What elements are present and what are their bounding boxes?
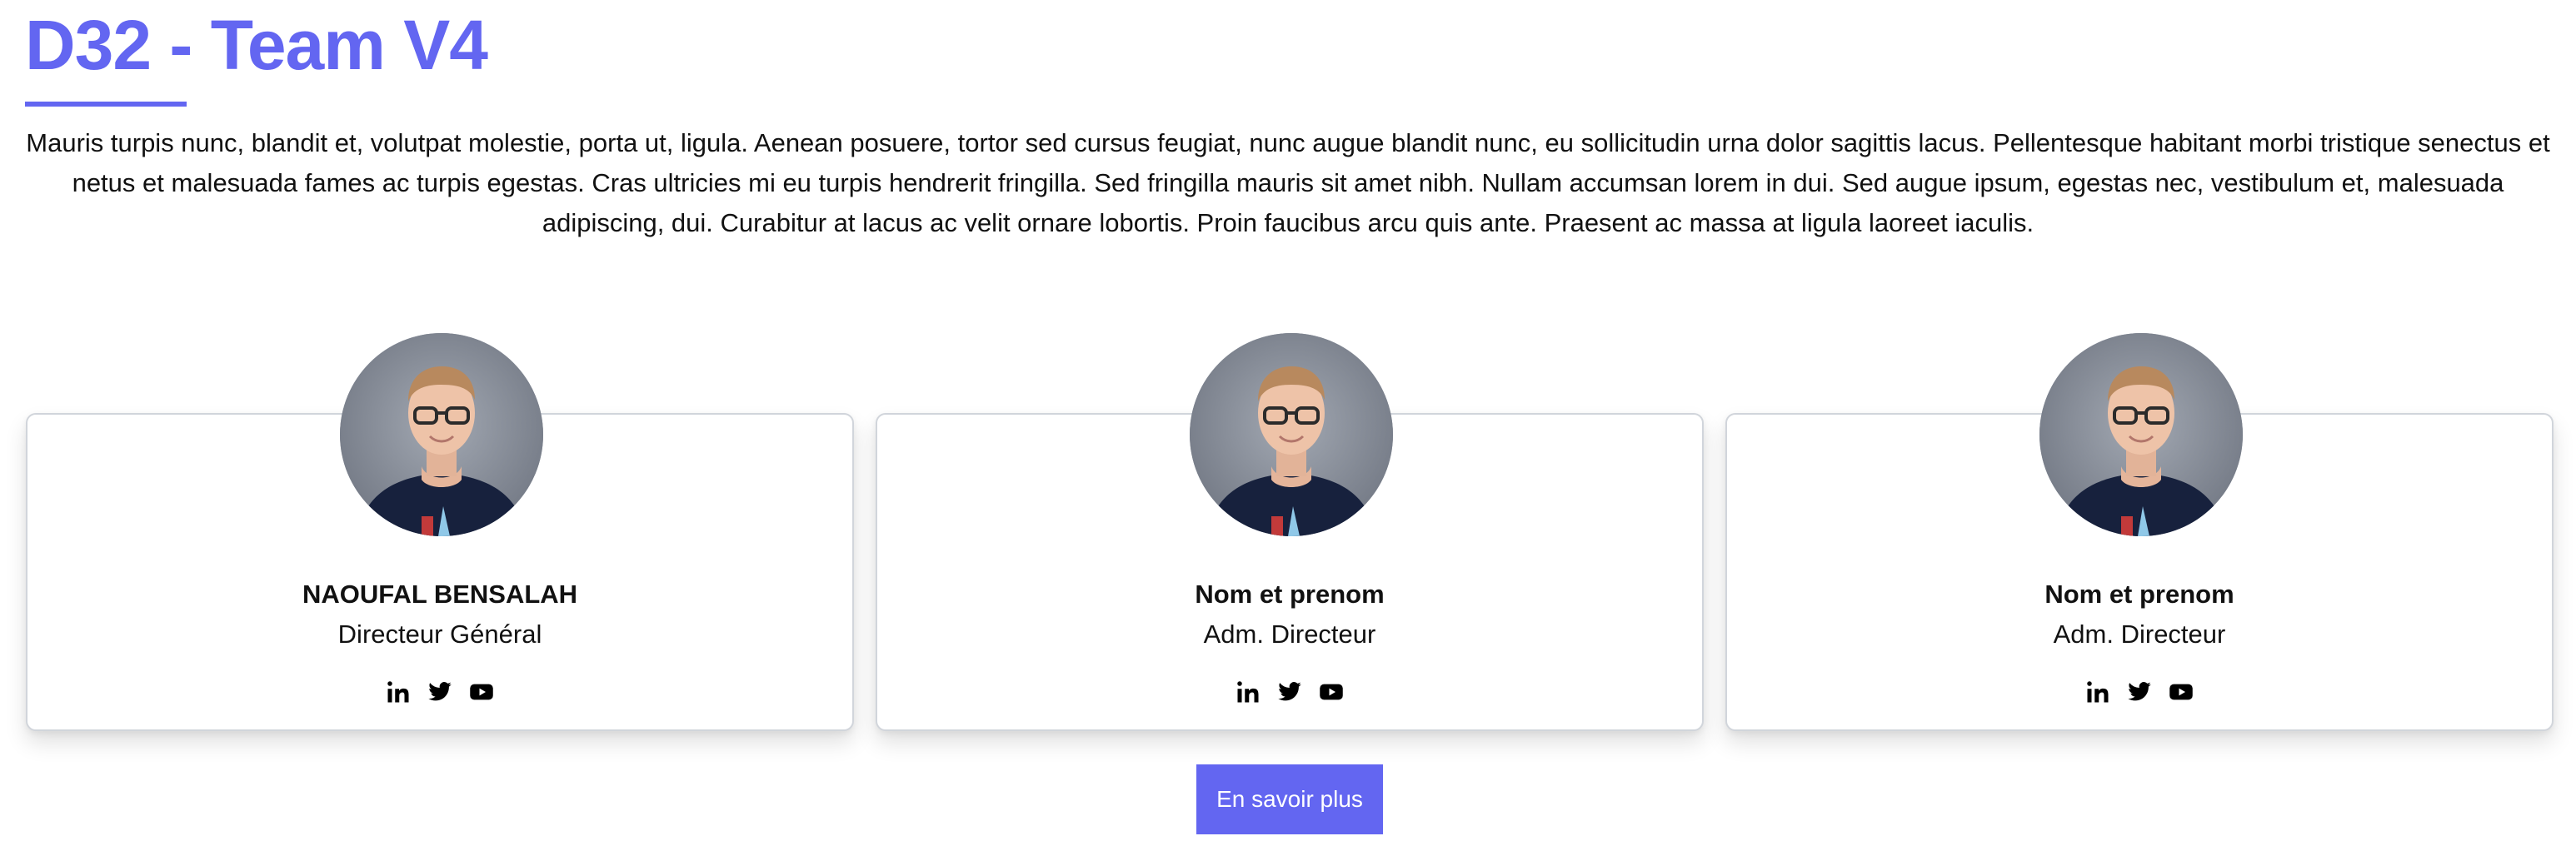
team-card: NAOUFAL BENSALAH Directeur Général	[26, 333, 854, 731]
team-card: Nom et prenom Adm. Directeur	[876, 333, 1704, 731]
page-title: D32 - Team V4	[25, 6, 488, 84]
youtube-icon[interactable]	[2169, 679, 2194, 704]
member-name: NAOUFAL BENSALAH	[302, 580, 578, 609]
twitter-icon[interactable]	[1277, 679, 1302, 704]
avatar	[340, 333, 543, 536]
social-links	[877, 679, 1702, 704]
team-card: Nom et prenom Adm. Directeur	[1725, 333, 2554, 731]
twitter-icon[interactable]	[2127, 679, 2152, 704]
member-name: Nom et prenom	[2044, 580, 2234, 609]
intro-paragraph: Mauris turpis nunc, blandit et, volutpat…	[26, 128, 2550, 237]
social-links	[27, 679, 852, 704]
member-role: Directeur Général	[337, 620, 542, 649]
linkedin-icon[interactable]	[1236, 679, 1261, 704]
member-name: Nom et prenom	[1195, 580, 1385, 609]
member-role: Adm. Directeur	[1203, 620, 1376, 649]
youtube-icon[interactable]	[469, 679, 494, 704]
youtube-icon[interactable]	[1319, 679, 1344, 704]
avatar	[2039, 333, 2243, 536]
twitter-icon[interactable]	[427, 679, 452, 704]
title-underline	[25, 102, 187, 107]
social-links	[1727, 679, 2552, 704]
linkedin-icon[interactable]	[386, 679, 411, 704]
learn-more-button[interactable]: En savoir plus	[1196, 764, 1383, 834]
avatar	[1190, 333, 1393, 536]
linkedin-icon[interactable]	[2085, 679, 2110, 704]
member-role: Adm. Directeur	[2053, 620, 2226, 649]
